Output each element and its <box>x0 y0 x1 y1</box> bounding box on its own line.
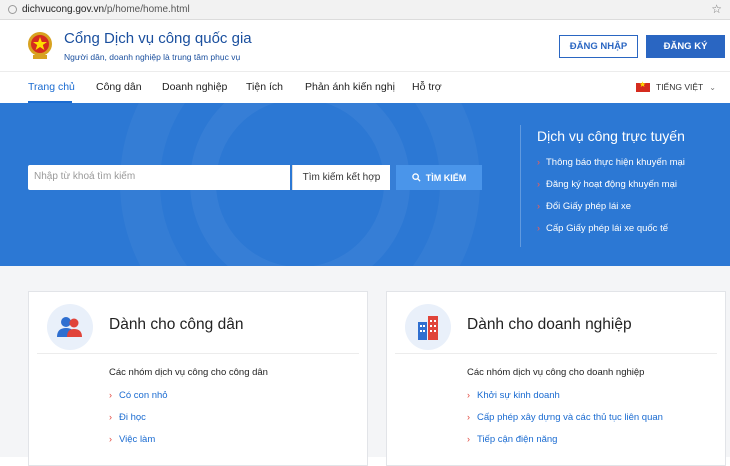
business-service-link[interactable]: › Khởi sự kinh doanh <box>467 390 560 401</box>
online-service-link[interactable]: › Đổi Giấy phép lái xe <box>537 201 631 212</box>
business-card-title[interactable]: Dành cho doanh nghiệp <box>467 316 632 334</box>
search-button-label: TÌM KIẾM <box>425 172 467 183</box>
bookmark-star-icon[interactable]: ☆ <box>711 2 722 16</box>
language-selector[interactable]: TIẾNG VIỆT ⌄ <box>636 80 716 92</box>
nav-item-support[interactable]: Hỗ trợ <box>412 81 442 93</box>
business-building-icon <box>405 304 451 350</box>
divider <box>37 353 359 354</box>
citizen-card-subtitle: Các nhóm dịch vụ công cho công dân <box>109 367 268 378</box>
nav-item-citizen[interactable]: Công dân <box>96 81 142 93</box>
chevron-right-icon: › <box>467 412 470 422</box>
chevron-right-icon: › <box>467 390 470 400</box>
main-nav: Trang chủ Công dân Doanh nghiệp Tiện ích… <box>0 71 730 103</box>
nav-item-utilities[interactable]: Tiện ích <box>246 81 283 93</box>
vietnam-flag-icon <box>636 80 650 92</box>
site-subtitle: Người dân, doanh nghiệp là trung tâm phụ… <box>64 52 241 62</box>
business-service-link[interactable]: › Tiếp cận điện năng <box>467 434 557 445</box>
chevron-down-icon: ⌄ <box>709 82 716 92</box>
chevron-right-icon: › <box>109 390 112 400</box>
site-title[interactable]: Cổng Dịch vụ công quốc gia <box>64 30 252 47</box>
nav-item-home[interactable]: Trang chủ <box>28 81 75 93</box>
chevron-right-icon: › <box>467 434 470 444</box>
hero-banner: Nhập từ khoá tìm kiếm Tìm kiếm kết hợp T… <box>0 103 730 266</box>
online-service-link[interactable]: › Cấp Giấy phép lái xe quốc tế <box>537 223 668 234</box>
search-input[interactable]: Nhập từ khoá tìm kiếm <box>28 165 290 190</box>
citizen-card: Dành cho công dân Các nhóm dịch vụ công … <box>28 291 368 466</box>
chevron-right-icon: › <box>537 223 540 233</box>
online-service-link[interactable]: › Đăng ký hoạt động khuyến mại <box>537 179 677 190</box>
hero-divider <box>520 125 521 247</box>
login-button[interactable]: ĐĂNG NHẬP <box>559 35 638 58</box>
citizen-service-link[interactable]: › Có con nhỏ <box>109 390 168 401</box>
business-service-link[interactable]: › Cấp phép xây dựng và các thủ tục liên q… <box>467 412 663 423</box>
info-icon[interactable] <box>8 5 17 14</box>
online-services-title: Dịch vụ công trực tuyến <box>537 128 685 144</box>
nav-item-business[interactable]: Doanh nghiệp <box>162 81 227 93</box>
chevron-right-icon: › <box>537 201 540 211</box>
divider <box>395 353 717 354</box>
register-button[interactable]: ĐĂNG KÝ <box>646 35 725 58</box>
chevron-right-icon: › <box>109 412 112 422</box>
chevron-right-icon: › <box>537 179 540 189</box>
search-button[interactable]: TÌM KIẾM <box>396 165 482 190</box>
chevron-right-icon: › <box>537 157 540 167</box>
url-text[interactable]: dichvucong.gov.vn/p/home/home.html <box>22 4 190 15</box>
chevron-right-icon: › <box>109 434 112 444</box>
citizen-users-icon <box>47 304 93 350</box>
site-header: Cổng Dịch vụ công quốc gia Người dân, do… <box>0 21 730 71</box>
citizen-card-title[interactable]: Dành cho công dân <box>109 316 243 334</box>
service-cards: Dành cho công dân Các nhóm dịch vụ công … <box>0 266 730 466</box>
business-card: Dành cho doanh nghiệp Các nhóm dịch vụ c… <box>386 291 726 466</box>
national-emblem-icon[interactable] <box>27 31 53 61</box>
nav-item-feedback[interactable]: Phản ánh kiến nghị <box>305 81 395 93</box>
citizen-service-link[interactable]: › Việc làm <box>109 434 155 445</box>
language-label: TIẾNG VIỆT <box>656 82 704 92</box>
citizen-service-link[interactable]: › Đi học <box>109 412 146 423</box>
business-card-subtitle: Các nhóm dịch vụ công cho doanh nghiệp <box>467 367 645 378</box>
browser-address-bar[interactable]: dichvucong.gov.vn/p/home/home.html ☆ <box>0 0 730 20</box>
search-icon <box>411 173 421 182</box>
online-service-link[interactable]: › Thông báo thực hiện khuyến mại <box>537 157 685 168</box>
advanced-search-link[interactable]: Tìm kiếm kết hợp <box>292 165 390 190</box>
